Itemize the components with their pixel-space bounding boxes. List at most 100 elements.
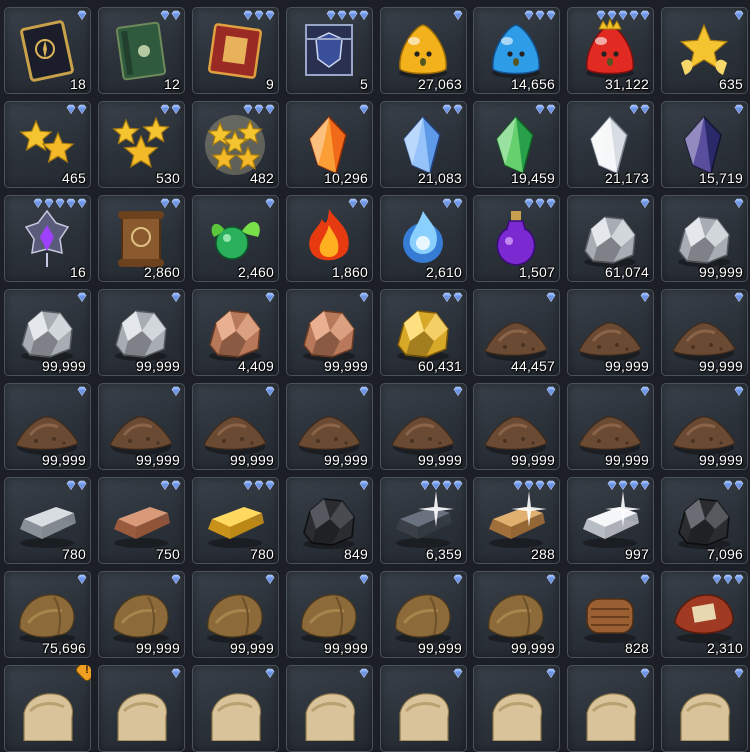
inventory-slot[interactable]: 635 (661, 7, 748, 94)
inventory-slot[interactable]: 19,459 (473, 101, 560, 188)
gem-icon (160, 480, 170, 491)
inventory-slot[interactable]: 99,999 (98, 289, 185, 376)
stars-double-icon (14, 113, 80, 177)
inventory-slot[interactable]: ! (4, 665, 91, 752)
dirt-pile-icon (390, 395, 456, 459)
inventory-slot[interactable]: 5 (286, 7, 373, 94)
gem-icon (77, 292, 87, 303)
inventory-slot[interactable]: 465 (4, 101, 91, 188)
gem-icon (640, 292, 650, 303)
inventory-slot[interactable]: 7,096 (661, 477, 748, 564)
inventory-slot[interactable]: 9 (192, 7, 279, 94)
inventory-slot[interactable] (380, 665, 467, 752)
inventory-slot[interactable]: 99,999 (567, 383, 654, 470)
inventory-slot[interactable]: 780 (4, 477, 91, 564)
inventory-slot[interactable]: 99,999 (286, 571, 373, 658)
item-quantity: 99,999 (135, 358, 180, 374)
inventory-slot[interactable] (286, 665, 373, 752)
rarity-gems (734, 668, 744, 679)
inventory-slot[interactable]: 2,460 (192, 195, 279, 282)
inventory-slot[interactable]: 99,999 (4, 383, 91, 470)
inventory-slot[interactable]: 2,310 (661, 571, 748, 658)
inventory-slot[interactable]: 482 (192, 101, 279, 188)
inventory-slot[interactable] (473, 665, 560, 752)
gem-icon (734, 386, 744, 397)
inventory-slot[interactable]: 12 (98, 7, 185, 94)
gem-icon (596, 10, 606, 21)
gem-icon (359, 198, 369, 209)
inventory-slot[interactable]: 60,431 (380, 289, 467, 376)
inventory-slot[interactable]: 99,999 (567, 289, 654, 376)
inventory-slot[interactable]: 1,507 (473, 195, 560, 282)
alert-badge-text: ! (85, 665, 89, 676)
inventory-slot[interactable]: 10,296 (286, 101, 373, 188)
inventory-slot[interactable]: 997 (567, 477, 654, 564)
inventory-slot[interactable]: 750 (98, 477, 185, 564)
gem-icon (546, 668, 556, 679)
stars-glowing-icon (202, 113, 268, 177)
inventory-slot[interactable]: 99,999 (661, 289, 748, 376)
gem-icon (359, 386, 369, 397)
inventory-slot[interactable]: 16 (4, 195, 91, 282)
inventory-slot[interactable]: 6,359 (380, 477, 467, 564)
scroll-seal-icon (108, 207, 174, 271)
item-quantity: 27,063 (417, 76, 462, 92)
inventory-slot[interactable]: 780 (192, 477, 279, 564)
rarity-gems (265, 292, 275, 303)
inventory-slot[interactable]: 15,719 (661, 101, 748, 188)
leather-red-icon (671, 583, 737, 647)
gem-icon (243, 104, 253, 115)
inventory-slot[interactable]: 1,860 (286, 195, 373, 282)
inventory-slot[interactable]: 99,999 (380, 383, 467, 470)
inventory-slot[interactable]: 99,999 (192, 383, 279, 470)
inventory-slot[interactable]: 530 (98, 101, 185, 188)
gem-icon (607, 480, 617, 491)
inventory-slot[interactable]: 99,999 (98, 571, 185, 658)
inventory-slot[interactable]: 99,999 (4, 289, 91, 376)
gem-icon (420, 480, 430, 491)
rarity-gems (524, 10, 556, 21)
rarity-gems (442, 104, 463, 115)
gem-icon (629, 104, 639, 115)
inventory-slot[interactable] (567, 665, 654, 752)
inventory-slot[interactable]: 99,999 (98, 383, 185, 470)
ingot-gold-icon (202, 489, 268, 553)
inventory-slot[interactable]: 99,999 (192, 571, 279, 658)
inventory-slot[interactable] (661, 665, 748, 752)
inventory-slot[interactable]: 99,999 (473, 383, 560, 470)
inventory-slot[interactable]: 4,409 (192, 289, 279, 376)
inventory-slot[interactable]: 828 (567, 571, 654, 658)
inventory-slot[interactable]: 21,083 (380, 101, 467, 188)
rarity-gems (326, 10, 369, 21)
gem-icon (326, 10, 336, 21)
inventory-slot[interactable]: 61,074 (567, 195, 654, 282)
gem-icon (524, 480, 534, 491)
inventory-slot[interactable]: 99,999 (286, 289, 373, 376)
inventory-slot[interactable]: 31,122 (567, 7, 654, 94)
inventory-slot[interactable]: 288 (473, 477, 560, 564)
gem-icon (640, 198, 650, 209)
inventory-slot[interactable]: 2,860 (98, 195, 185, 282)
ingot-silver-icon (14, 489, 80, 553)
inventory-slot[interactable]: 18 (4, 7, 91, 94)
parchment-roll-icon (108, 677, 174, 741)
inventory-slot[interactable]: 44,457 (473, 289, 560, 376)
inventory-slot[interactable]: 99,999 (473, 571, 560, 658)
inventory-slot[interactable] (192, 665, 279, 752)
inventory-slot[interactable]: 99,999 (286, 383, 373, 470)
rarity-gems (629, 104, 650, 115)
inventory-slot[interactable]: 99,999 (661, 195, 748, 282)
inventory-slot[interactable]: 75,696 (4, 571, 91, 658)
inventory-slot[interactable]: 27,063 (380, 7, 467, 94)
inventory-slot[interactable]: 99,999 (661, 383, 748, 470)
inventory-slot[interactable]: 2,610 (380, 195, 467, 282)
parchment-roll-icon (14, 677, 80, 741)
inventory-slot[interactable]: 14,656 (473, 7, 560, 94)
gem-icon (453, 574, 463, 585)
inventory-slot[interactable]: 849 (286, 477, 373, 564)
inventory-slot[interactable] (98, 665, 185, 752)
dirt-pile-icon (202, 395, 268, 459)
inventory-slot[interactable]: 99,999 (380, 571, 467, 658)
inventory-slot[interactable]: 21,173 (567, 101, 654, 188)
gem-icon (442, 104, 452, 115)
